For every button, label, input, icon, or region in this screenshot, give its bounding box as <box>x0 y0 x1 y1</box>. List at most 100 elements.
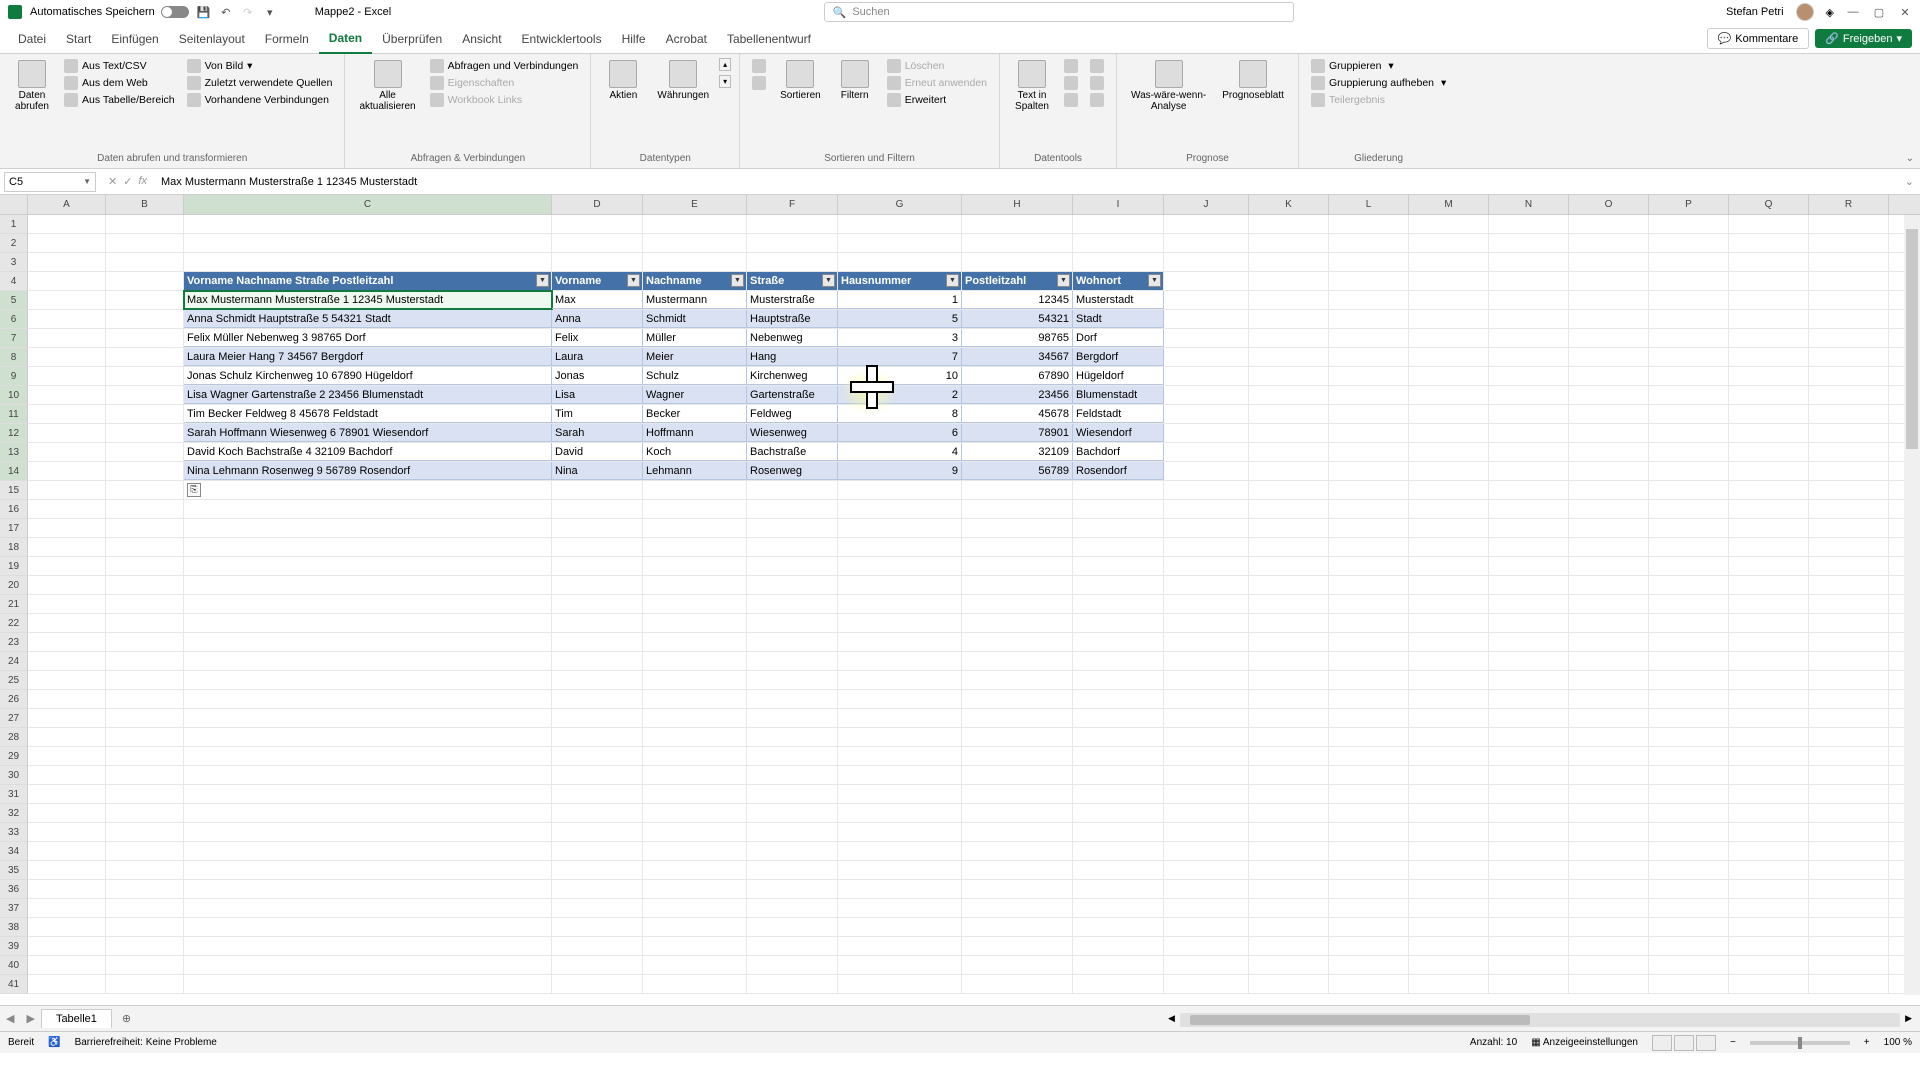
cell[interactable] <box>1729 462 1809 480</box>
cell[interactable] <box>1489 728 1569 746</box>
cell[interactable]: Hang <box>747 348 838 366</box>
cell[interactable] <box>28 329 106 347</box>
cell[interactable]: Nina <box>552 462 643 480</box>
formula-input[interactable]: Max Mustermann Musterstraße 1 12345 Must… <box>155 176 1899 188</box>
aus-tabelle-button[interactable]: Aus Tabelle/Bereich <box>60 92 179 108</box>
cell[interactable] <box>1569 975 1649 993</box>
cell[interactable] <box>643 975 747 993</box>
filter-dropdown-icon[interactable]: ▼ <box>536 274 549 287</box>
cell[interactable] <box>1164 519 1249 537</box>
cell[interactable] <box>1073 728 1164 746</box>
cell[interactable]: Anna <box>552 310 643 328</box>
cell[interactable]: Nebenweg <box>747 329 838 347</box>
cell[interactable]: Lisa <box>552 386 643 404</box>
cell[interactable] <box>838 215 962 233</box>
cell[interactable] <box>1809 557 1889 575</box>
cell[interactable] <box>838 728 962 746</box>
cell[interactable] <box>1249 291 1329 309</box>
cell[interactable] <box>1164 348 1249 366</box>
cell[interactable]: 98765 <box>962 329 1073 347</box>
cell[interactable] <box>1809 823 1889 841</box>
cell[interactable] <box>1649 652 1729 670</box>
cell[interactable] <box>1329 557 1409 575</box>
cell[interactable] <box>1249 728 1329 746</box>
cell[interactable] <box>747 747 838 765</box>
cell[interactable] <box>1729 633 1809 651</box>
cell[interactable] <box>106 918 184 936</box>
cell[interactable] <box>1249 709 1329 727</box>
cell[interactable] <box>1409 785 1489 803</box>
cell[interactable] <box>962 861 1073 879</box>
cell[interactable] <box>643 728 747 746</box>
cell[interactable]: Vorname Nachname Straße Postleitzahl▼ <box>184 272 552 290</box>
cell[interactable] <box>1649 842 1729 860</box>
cell[interactable]: Jonas Schulz Kirchenweg 10 67890 Hügeldo… <box>184 367 552 385</box>
cell[interactable] <box>1409 405 1489 423</box>
cell[interactable] <box>106 557 184 575</box>
chevron-down-icon[interactable]: ▼ <box>83 177 91 186</box>
cell[interactable] <box>1164 804 1249 822</box>
cell[interactable] <box>28 234 106 252</box>
cell[interactable] <box>184 861 552 879</box>
cell[interactable] <box>643 671 747 689</box>
cell[interactable] <box>552 937 643 955</box>
cell[interactable] <box>962 975 1073 993</box>
cell[interactable] <box>552 747 643 765</box>
diamond-icon[interactable]: ◈ <box>1826 6 1834 19</box>
cell[interactable] <box>747 690 838 708</box>
cell[interactable] <box>643 918 747 936</box>
cell[interactable] <box>1329 785 1409 803</box>
cell[interactable] <box>643 234 747 252</box>
cell[interactable] <box>1249 975 1329 993</box>
scroll-thumb[interactable] <box>1190 1015 1530 1025</box>
cell[interactable]: Kirchenweg <box>747 367 838 385</box>
cell[interactable] <box>1649 671 1729 689</box>
cell[interactable]: 10 <box>838 367 962 385</box>
cell[interactable]: 6 <box>838 424 962 442</box>
cell[interactable] <box>1249 823 1329 841</box>
cell[interactable]: 32109 <box>962 443 1073 461</box>
cell[interactable] <box>643 785 747 803</box>
cell[interactable] <box>1729 709 1809 727</box>
cell[interactable] <box>962 766 1073 784</box>
cell[interactable] <box>838 671 962 689</box>
cell[interactable] <box>962 804 1073 822</box>
cell[interactable] <box>28 538 106 556</box>
cell[interactable] <box>1729 880 1809 898</box>
cell[interactable] <box>1569 880 1649 898</box>
cell[interactable]: Hügeldorf <box>1073 367 1164 385</box>
cell[interactable] <box>1409 576 1489 594</box>
cell[interactable] <box>1729 595 1809 613</box>
cell[interactable]: Becker <box>643 405 747 423</box>
cell[interactable] <box>838 842 962 860</box>
cell[interactable] <box>1164 652 1249 670</box>
cell[interactable] <box>1073 956 1164 974</box>
cell[interactable] <box>1569 500 1649 518</box>
cell[interactable] <box>1164 766 1249 784</box>
cell[interactable] <box>1409 386 1489 404</box>
cell[interactable] <box>1409 937 1489 955</box>
cell[interactable] <box>747 956 838 974</box>
cell[interactable] <box>1569 443 1649 461</box>
cell[interactable] <box>1329 975 1409 993</box>
cell[interactable] <box>1489 253 1569 271</box>
cell[interactable] <box>1073 709 1164 727</box>
col-header[interactable]: L <box>1329 195 1409 214</box>
filter-dropdown-icon[interactable]: ▼ <box>627 274 640 287</box>
cell[interactable] <box>962 899 1073 917</box>
cell[interactable] <box>643 747 747 765</box>
cell[interactable] <box>1409 253 1489 271</box>
cell[interactable]: David <box>552 443 643 461</box>
cell[interactable]: Wiesendorf <box>1073 424 1164 442</box>
cell[interactable] <box>1809 481 1889 499</box>
cell[interactable] <box>1073 975 1164 993</box>
cell[interactable] <box>838 956 962 974</box>
cell[interactable] <box>643 576 747 594</box>
cell[interactable] <box>1164 728 1249 746</box>
cell[interactable] <box>1809 386 1889 404</box>
cell[interactable] <box>747 481 838 499</box>
cell[interactable] <box>1809 538 1889 556</box>
cell[interactable] <box>1164 918 1249 936</box>
cell[interactable] <box>838 500 962 518</box>
user-name[interactable]: Stefan Petri <box>1726 6 1783 18</box>
